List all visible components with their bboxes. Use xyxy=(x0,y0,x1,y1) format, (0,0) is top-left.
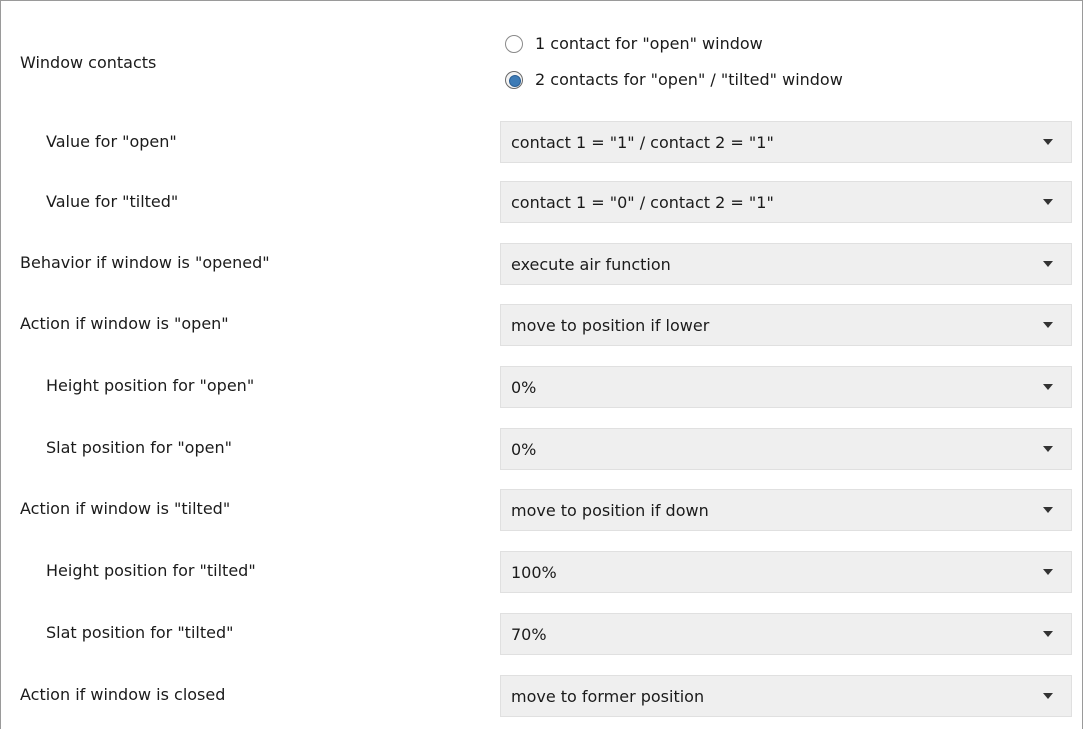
action-open-dropdown[interactable]: move to position if lower xyxy=(500,304,1072,346)
action-tilted-dropdown[interactable]: move to position if down xyxy=(500,489,1072,531)
value-tilted-dropdown[interactable]: contact 1 = "0" / contact 2 = "1" xyxy=(500,181,1072,223)
chevron-down-icon xyxy=(1043,139,1053,145)
chevron-down-icon xyxy=(1043,199,1053,205)
height-tilted-label: Height position for "tilted" xyxy=(46,561,256,580)
slat-open-label: Slat position for "open" xyxy=(46,438,232,457)
chevron-down-icon xyxy=(1043,631,1053,637)
chevron-down-icon xyxy=(1043,507,1053,513)
dropdown-value: 70% xyxy=(511,625,547,644)
radio-option-label: 1 contact for "open" window xyxy=(535,34,763,53)
dropdown-value: contact 1 = "0" / contact 2 = "1" xyxy=(511,193,774,212)
dropdown-value: move to former position xyxy=(511,687,705,706)
window-contacts-label: Window contacts xyxy=(20,53,157,72)
radio-option-1-contact[interactable]: 1 contact for "open" window xyxy=(505,34,905,58)
dropdown-value: move to position if down xyxy=(511,501,709,520)
value-open-dropdown[interactable]: contact 1 = "1" / contact 2 = "1" xyxy=(500,121,1072,163)
chevron-down-icon xyxy=(1043,446,1053,452)
action-tilted-label: Action if window is "tilted" xyxy=(20,499,231,518)
action-open-label: Action if window is "open" xyxy=(20,314,229,333)
slat-tilted-dropdown[interactable]: 70% xyxy=(500,613,1072,655)
action-closed-label: Action if window is closed xyxy=(20,685,226,704)
height-open-label: Height position for "open" xyxy=(46,376,255,395)
height-tilted-dropdown[interactable]: 100% xyxy=(500,551,1072,593)
value-tilted-label: Value for "tilted" xyxy=(46,192,179,211)
chevron-down-icon xyxy=(1043,384,1053,390)
slat-open-dropdown[interactable]: 0% xyxy=(500,428,1072,470)
radio-option-label: 2 contacts for "open" / "tilted" window xyxy=(535,70,843,89)
dropdown-value: execute air function xyxy=(511,255,671,274)
slat-tilted-label: Slat position for "tilted" xyxy=(46,623,234,642)
chevron-down-icon xyxy=(1043,693,1053,699)
action-closed-dropdown[interactable]: move to former position xyxy=(500,675,1072,717)
radio-button-unchecked[interactable] xyxy=(505,35,523,53)
dropdown-value: 0% xyxy=(511,378,537,397)
chevron-down-icon xyxy=(1043,261,1053,267)
chevron-down-icon xyxy=(1043,569,1053,575)
behavior-opened-label: Behavior if window is "opened" xyxy=(20,253,270,272)
radio-option-2-contacts[interactable]: 2 contacts for "open" / "tilted" window xyxy=(505,70,925,94)
behavior-opened-dropdown[interactable]: execute air function xyxy=(500,243,1072,285)
dropdown-value: move to position if lower xyxy=(511,316,710,335)
dropdown-value: contact 1 = "1" / contact 2 = "1" xyxy=(511,133,774,152)
radio-button-checked[interactable] xyxy=(505,71,523,89)
chevron-down-icon xyxy=(1043,322,1053,328)
dropdown-value: 100% xyxy=(511,563,557,582)
height-open-dropdown[interactable]: 0% xyxy=(500,366,1072,408)
radio-dot-icon xyxy=(509,75,521,87)
value-open-label: Value for "open" xyxy=(46,132,177,151)
dropdown-value: 0% xyxy=(511,440,537,459)
